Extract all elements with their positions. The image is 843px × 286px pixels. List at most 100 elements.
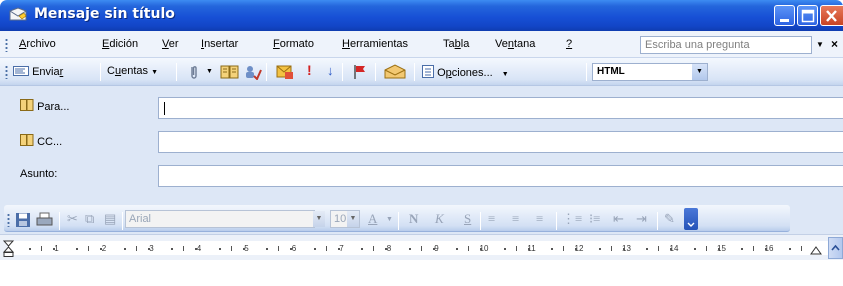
italic-button[interactable]: K xyxy=(435,211,444,227)
print-icon[interactable] xyxy=(36,212,53,228)
indent-marker-icon[interactable] xyxy=(3,240,14,258)
bold-button[interactable]: N xyxy=(409,211,418,227)
importance-high-icon[interactable]: ! xyxy=(307,62,312,78)
ruler-dot xyxy=(741,248,744,250)
close-document-icon[interactable]: × xyxy=(831,37,838,51)
ruler-dot xyxy=(622,248,625,250)
ask-dropdown-arrow-icon[interactable]: ▼ xyxy=(816,40,824,49)
ruler-dot xyxy=(480,248,483,250)
permission-icon[interactable] xyxy=(276,64,294,80)
to-button[interactable]: Para... xyxy=(20,99,69,113)
underline-button[interactable]: S xyxy=(464,211,471,227)
ruler-number: 6 xyxy=(291,244,297,253)
menu-insertar[interactable]: Insertar xyxy=(201,38,238,50)
menu-herramientas[interactable]: Herramientas xyxy=(342,38,408,50)
right-indent-marker-icon[interactable] xyxy=(810,246,822,255)
subject-label: Asunto: xyxy=(20,168,58,180)
toolbar-options-chevron[interactable] xyxy=(684,208,698,230)
send-button[interactable]: Enviar xyxy=(13,65,63,78)
menu-formato[interactable]: Formato xyxy=(273,38,314,50)
ruler-dot xyxy=(693,248,696,250)
subject-field[interactable] xyxy=(158,165,843,187)
numbered-list-icon[interactable]: ⋮≡ xyxy=(562,211,582,227)
font-name-select[interactable]: Arial xyxy=(125,210,315,228)
ruler-dot xyxy=(765,248,768,250)
paste-icon[interactable]: ▤ xyxy=(104,211,116,227)
ruler-dot xyxy=(76,248,79,250)
menu-tabla[interactable]: Tabla xyxy=(443,38,469,50)
ruler-dot xyxy=(290,248,293,250)
address-book-icon[interactable] xyxy=(220,64,240,80)
minimize-button[interactable] xyxy=(774,5,795,26)
font-color-icon[interactable]: A xyxy=(368,211,377,227)
align-right-icon[interactable]: ≡ xyxy=(536,211,543,227)
ruler-number: 3 xyxy=(149,244,154,253)
check-names-icon[interactable] xyxy=(244,64,262,80)
font-name-dropdown-icon[interactable]: ▼ xyxy=(313,211,325,227)
menu-ventana[interactable]: Ventana xyxy=(495,38,535,50)
align-left-icon[interactable]: ≡ xyxy=(488,211,495,227)
toolbar-separator xyxy=(414,63,415,81)
ask-question-input[interactable]: Escriba una pregunta xyxy=(640,36,812,54)
chevron-up-icon xyxy=(831,244,840,251)
ruler-tick xyxy=(468,246,470,251)
bulleted-list-icon[interactable]: ⁝≡ xyxy=(589,211,600,227)
envelope-icon[interactable] xyxy=(384,64,406,80)
decrease-indent-icon[interactable]: ⇤ xyxy=(613,211,624,227)
ruler-tick xyxy=(278,246,280,251)
copy-icon[interactable]: ⧉ xyxy=(85,211,94,227)
menu-ayuda[interactable]: ? xyxy=(566,38,572,50)
menu-ver[interactable]: Ver xyxy=(162,38,179,50)
ruler-dot xyxy=(52,248,55,250)
toolbar-separator xyxy=(657,212,658,230)
toolbar-separator xyxy=(100,63,101,81)
maximize-button[interactable] xyxy=(797,5,818,26)
scroll-up-button[interactable] xyxy=(828,237,843,259)
ruler-dot xyxy=(100,248,103,250)
attach-dropdown-icon[interactable]: ▼ xyxy=(206,68,213,75)
minimize-icon xyxy=(780,19,789,22)
chevron-down-icon xyxy=(687,222,695,227)
cut-icon[interactable]: ✂ xyxy=(67,211,78,227)
toolbar-separator xyxy=(398,212,399,230)
font-size-dropdown-icon[interactable]: ▼ xyxy=(347,211,359,227)
menubar-grip[interactable] xyxy=(5,38,8,52)
menu-archivo[interactable]: Archivo xyxy=(19,38,56,50)
ruler-tick xyxy=(753,246,755,251)
standard-toolbar: Enviar Cuentas ▼ ▼ ! ↓ Opciones... ▼ HTM… xyxy=(0,58,843,86)
message-app-icon xyxy=(9,7,27,21)
close-button[interactable] xyxy=(820,5,843,26)
message-body-area[interactable] xyxy=(0,260,843,286)
options-button[interactable]: Opciones... ▼ xyxy=(422,65,509,79)
cc-field[interactable] xyxy=(158,131,843,153)
options-icon xyxy=(422,65,434,78)
ruler-number: 1 xyxy=(54,244,59,253)
ruler-tick xyxy=(705,246,707,251)
attach-file-icon[interactable] xyxy=(189,64,199,80)
highlight-icon[interactable]: ✎ xyxy=(664,211,675,227)
toolbar-separator xyxy=(59,212,60,230)
flag-icon[interactable] xyxy=(353,64,367,80)
ruler-tick xyxy=(325,246,327,251)
toolbar-grip[interactable] xyxy=(5,65,8,79)
menu-edicion[interactable]: Edición xyxy=(102,38,138,50)
font-color-dropdown-icon[interactable]: ▼ xyxy=(386,215,393,223)
toolbar-separator xyxy=(266,63,267,81)
cc-button[interactable]: CC... xyxy=(20,134,62,148)
align-center-icon[interactable]: ≡ xyxy=(512,211,519,227)
ruler-number: 5 xyxy=(244,244,249,253)
increase-indent-icon[interactable]: ⇥ xyxy=(636,211,647,227)
to-field[interactable] xyxy=(158,97,843,119)
ruler-dot xyxy=(171,248,174,250)
close-icon xyxy=(826,10,837,22)
address-book-icon xyxy=(20,134,34,146)
accounts-button[interactable]: Cuentas ▼ xyxy=(107,65,158,77)
format-dropdown-icon[interactable]: ▼ xyxy=(692,64,707,80)
ruler-tick xyxy=(135,246,137,251)
save-icon[interactable] xyxy=(15,212,31,228)
message-format-select[interactable]: HTML xyxy=(592,63,708,81)
ruler-dot xyxy=(408,248,411,250)
ruler-tick xyxy=(800,246,802,251)
format-toolbar-grip[interactable] xyxy=(7,213,10,227)
importance-low-icon[interactable]: ↓ xyxy=(327,63,334,78)
